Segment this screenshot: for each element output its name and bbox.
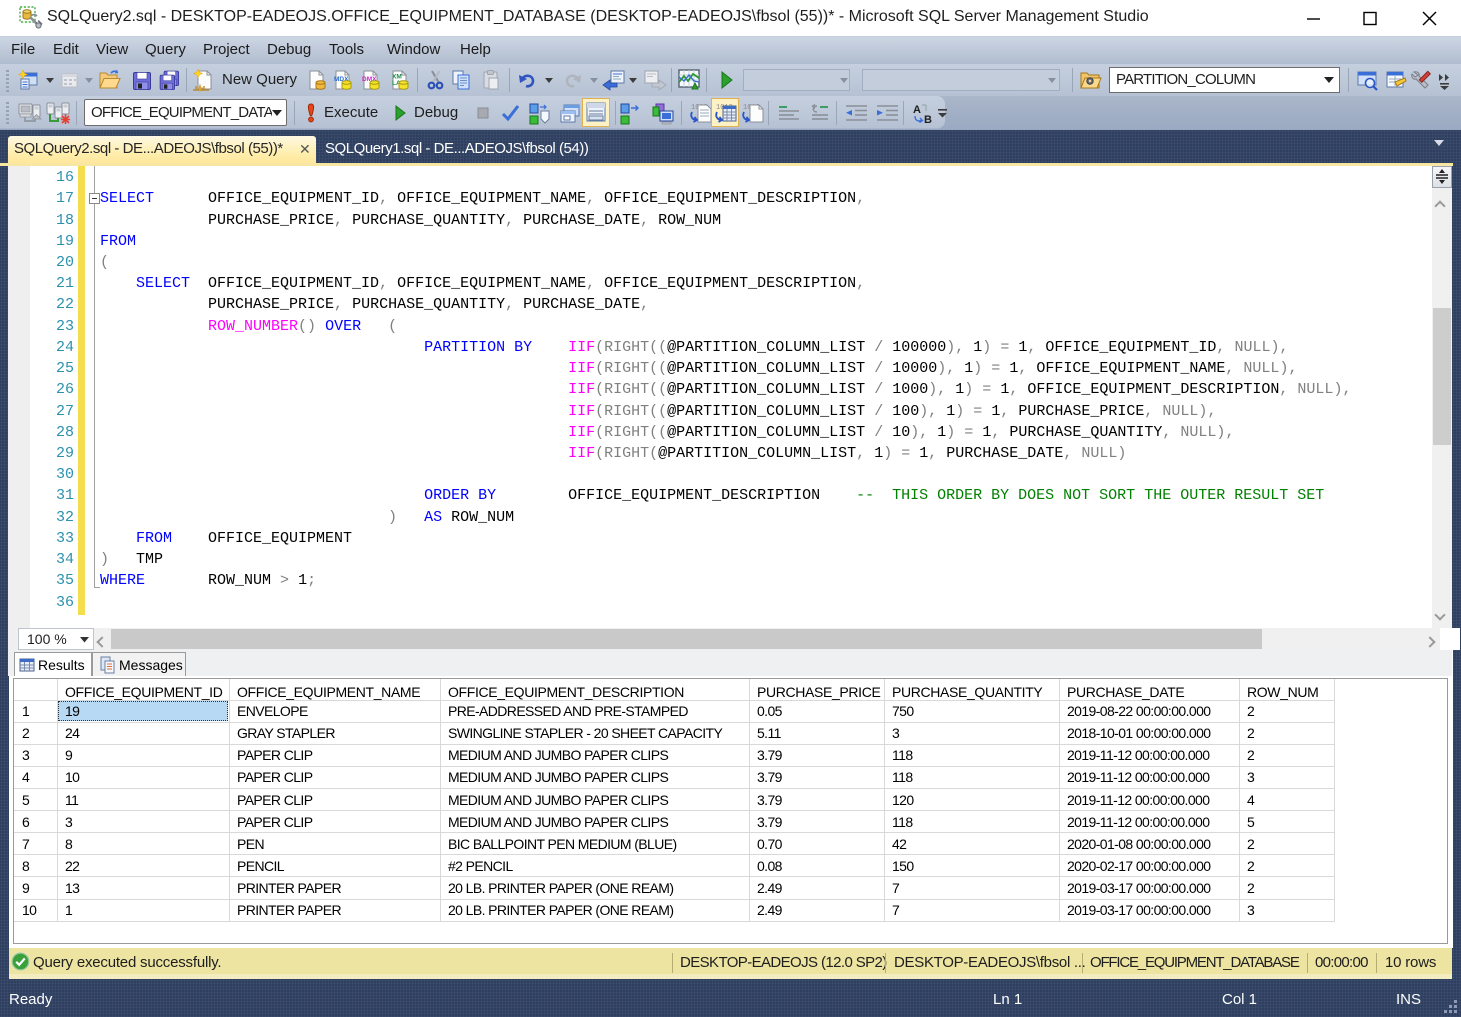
svg-text:B: B: [924, 114, 932, 125]
svg-text:A: A: [913, 104, 921, 116]
